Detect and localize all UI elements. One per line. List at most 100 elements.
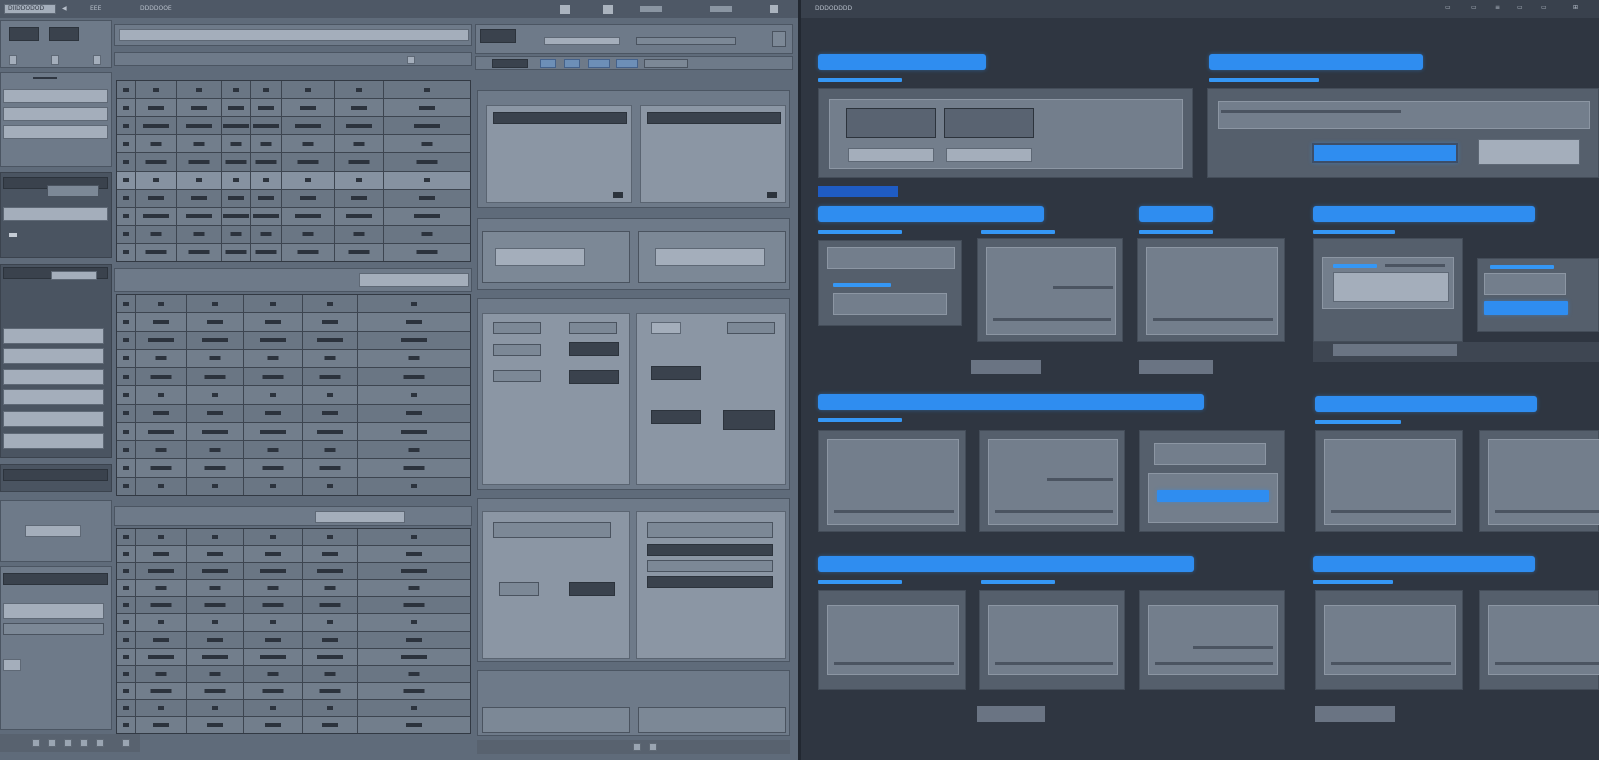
table-cell[interactable] [136,313,186,331]
table-cell[interactable] [244,699,302,716]
table-cell[interactable] [251,99,281,117]
table-cell[interactable] [177,243,221,261]
table-cell[interactable] [358,349,470,368]
table-cell[interactable] [177,99,221,117]
table-cell[interactable] [136,682,186,699]
color-swatch-field[interactable] [25,525,81,537]
list-item-3[interactable] [3,369,104,385]
dialog-4a-field-1[interactable] [493,522,611,538]
search-icon[interactable] [407,56,415,64]
dialog-4a-field-2[interactable] [499,582,539,596]
table-row-icon[interactable] [117,189,135,207]
tab-1[interactable] [492,59,528,68]
table-cell[interactable] [244,422,302,441]
table-cell[interactable] [222,171,250,189]
table-cell[interactable] [244,563,302,580]
card-2-secondary-button[interactable] [1478,139,1580,165]
dialog-5b-area[interactable] [638,707,786,733]
card-7-button[interactable] [1484,301,1568,315]
table-cell[interactable] [136,225,176,243]
table-cell[interactable] [282,207,334,225]
window-icon-2[interactable]: ▭ [1471,4,1477,12]
table-row-icon[interactable] [117,171,135,189]
table-cell[interactable] [358,546,470,563]
row-4-action-2[interactable] [1315,706,1395,722]
toolbar-segmented-button[interactable] [480,29,516,43]
menu-item-back[interactable]: ◀ [62,5,67,13]
table-cell[interactable] [303,648,357,665]
table-cell[interactable] [358,665,470,682]
table-cell[interactable] [358,563,470,580]
table-cell[interactable] [384,189,470,207]
table-cell[interactable] [384,117,470,135]
table-cell[interactable] [136,716,186,733]
table-cell[interactable] [335,225,383,243]
section-header-7[interactable] [1315,396,1537,412]
table-row-icon[interactable] [117,716,135,733]
table-cell[interactable] [187,386,243,404]
table-cell[interactable] [303,716,357,733]
tab-3[interactable] [564,59,580,68]
table-cell[interactable] [136,597,186,614]
toolbar-icon-4[interactable] [710,6,732,12]
table-row-icon[interactable] [117,441,135,459]
table-row-icon[interactable] [117,563,135,580]
toolbar-dropdown-button[interactable] [772,31,786,47]
table-row-icon[interactable] [117,404,135,422]
table-cell[interactable] [303,422,357,441]
property-field-2[interactable] [3,107,108,121]
table-cell[interactable] [335,243,383,261]
table-row-icon[interactable] [117,368,135,386]
section-header-6[interactable] [818,394,1204,410]
table-row-icon[interactable] [117,580,135,597]
table-cell[interactable] [187,546,243,563]
table-cell[interactable] [303,631,357,648]
table-cell[interactable] [177,153,221,171]
table-cell[interactable] [358,716,470,733]
dialog-1b-resize-handle[interactable] [767,192,777,198]
table-cell[interactable] [358,580,470,597]
table-cell[interactable] [358,648,470,665]
table-cell[interactable] [187,665,243,682]
table-cell[interactable] [244,546,302,563]
card-1-button-1[interactable] [846,108,936,138]
toolbar-icon-1[interactable] [560,5,570,14]
tab-6[interactable] [644,59,688,68]
table-cell[interactable] [187,422,243,441]
table-cell[interactable] [222,189,250,207]
table-cell[interactable] [136,404,186,422]
table-row-icon[interactable] [117,99,135,117]
table-cell[interactable] [303,331,357,349]
table-cell[interactable] [335,99,383,117]
table-cell[interactable] [244,404,302,422]
table-cell[interactable] [282,243,334,261]
table-cell[interactable] [244,331,302,349]
table-cell[interactable] [136,386,186,404]
table-cell[interactable] [244,597,302,614]
table-cell[interactable] [282,171,334,189]
table-cell[interactable] [303,665,357,682]
table-cell[interactable] [303,580,357,597]
table-cell[interactable] [384,225,470,243]
section-header-4[interactable] [1139,206,1213,222]
toolbar-icon-2[interactable] [603,5,613,14]
table-cell[interactable] [251,243,281,261]
table-cell[interactable] [358,404,470,422]
dialog-3b-field-3[interactable] [651,366,701,380]
table-cell[interactable] [251,189,281,207]
table-cell[interactable] [303,477,357,495]
card-3-field[interactable] [827,247,955,269]
table-row-icon[interactable] [117,422,135,441]
bottom-icon-6[interactable] [122,739,130,747]
list-item-1[interactable] [3,328,104,344]
table-cell[interactable] [136,459,186,477]
table-cell[interactable] [384,243,470,261]
card-1-input-1[interactable] [848,148,934,162]
table-cell[interactable] [136,331,186,349]
table-cell[interactable] [282,225,334,243]
table-cell[interactable] [244,648,302,665]
settings-field-2[interactable] [3,623,104,635]
dialog-3a-field-4[interactable] [569,342,619,356]
table-cell[interactable] [303,386,357,404]
table-cell[interactable] [384,153,470,171]
